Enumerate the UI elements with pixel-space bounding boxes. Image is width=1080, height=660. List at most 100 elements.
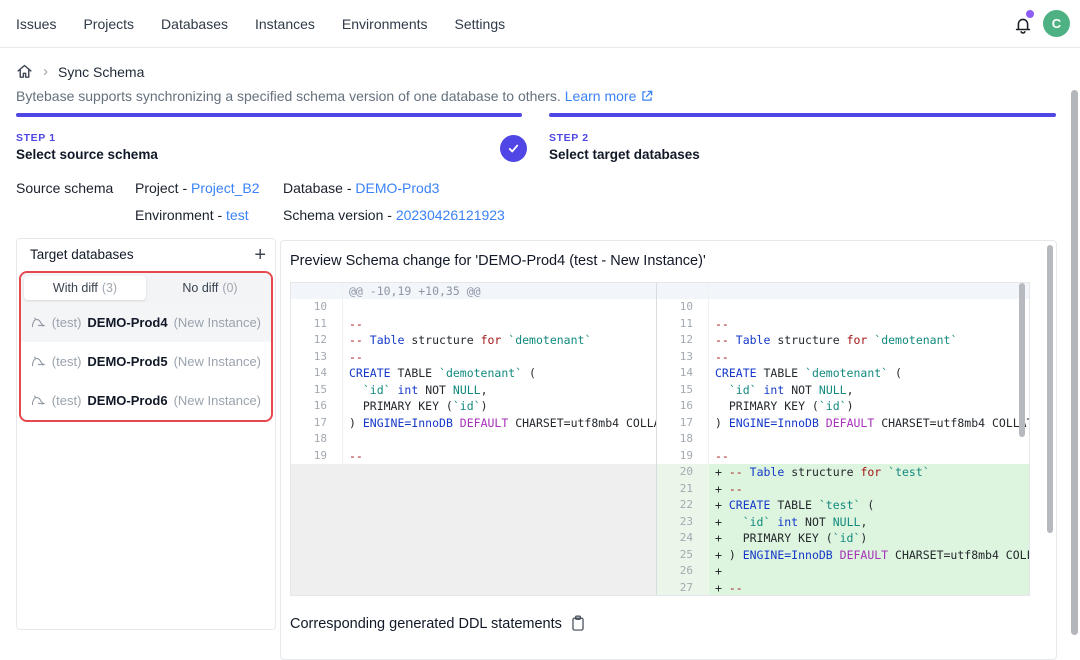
code-text: -- (709, 448, 1029, 465)
code-text: + ) ENGINE=InnoDB DEFAULT CHARSET=utf8mb… (709, 547, 1029, 564)
step-2-label: STEP 2 (549, 132, 1056, 144)
code-text: -- (709, 349, 1029, 366)
source-schema-label: Source schema (16, 180, 113, 196)
diff-hunk-header-right (657, 283, 1029, 299)
nav-item-instances[interactable]: Instances (255, 16, 315, 32)
line-number: 15 (657, 382, 709, 399)
code-text: CREATE TABLE `demotenant` ( (343, 365, 656, 382)
preview-title: Preview Schema change for 'DEMO-Prod4 (t… (290, 253, 706, 269)
diff-line-13: 13-- (657, 349, 1029, 366)
db-name: DEMO-Prod6 (87, 393, 167, 408)
editor-scrollbar[interactable] (1019, 283, 1025, 437)
line-number: 16 (657, 398, 709, 415)
db-name: DEMO-Prod4 (87, 315, 167, 330)
diff-left-filler-block (291, 464, 656, 595)
step-2-progress-bar (549, 113, 1056, 117)
mysql-icon (31, 354, 46, 369)
line-number: 14 (657, 365, 709, 382)
line-number: 12 (291, 332, 343, 349)
target-databases-header: Target databases + (17, 239, 275, 271)
environment-link[interactable]: test (226, 207, 249, 223)
main-nav: Issues Projects Databases Instances Environm… (16, 0, 505, 47)
chevron-right-icon: › (43, 64, 48, 79)
line-number: 20 (657, 464, 709, 481)
learn-more-link[interactable]: Learn more (565, 88, 637, 104)
step-1: STEP 1 Select source schema (16, 113, 522, 162)
user-avatar[interactable]: C (1043, 10, 1070, 37)
schema-version-field-label: Schema version - (283, 207, 392, 223)
home-icon[interactable] (16, 63, 33, 80)
diff-line-12: 12-- Table structure for `demotenant` (657, 332, 1029, 349)
code-text: PRIMARY KEY (`id`) (343, 398, 656, 415)
diff-line-10: 10 (291, 299, 656, 316)
diff-pane-modified[interactable]: 1011--12-- Table structure for `demotena… (657, 283, 1029, 595)
diff-pane-original[interactable]: @@ -10,19 +10,35 @@ 1011--12-- Table str… (291, 283, 657, 595)
diff-tabs: With diff(3)No diff(0) (21, 273, 271, 303)
line-number: 18 (657, 431, 709, 448)
code-text: PRIMARY KEY (`id`) (709, 398, 1029, 415)
code-text: + `id` int NOT NULL, (709, 514, 1029, 531)
line-number: 21 (657, 481, 709, 498)
schema-preview-panel: Preview Schema change for 'DEMO-Prod4 (t… (280, 240, 1057, 660)
step-1-label: STEP 1 (16, 132, 522, 144)
line-number: 16 (291, 398, 343, 415)
step-1-progress-bar (16, 113, 522, 117)
code-text: -- (709, 316, 1029, 333)
schema-version-link[interactable]: 20230426121923 (396, 207, 505, 223)
diff-added-line-23: 23+ `id` int NOT NULL, (657, 514, 1029, 531)
nav-item-databases[interactable]: Databases (161, 16, 228, 32)
code-text: ) ENGINE=InnoDB DEFAULT CHARSET=utf8mb4 … (343, 415, 656, 432)
notification-dot (1026, 10, 1034, 18)
target-database-item-demo-prod6[interactable]: (test)DEMO-Prod6(New Instance) (21, 381, 271, 420)
project-link[interactable]: Project_B2 (191, 180, 259, 196)
db-environment: (test) (52, 393, 82, 408)
external-link-icon[interactable] (640, 89, 654, 103)
nav-item-issues[interactable]: Issues (16, 16, 56, 32)
target-databases-highlighted-box: With diff(3)No diff(0) (test)DEMO-Prod4(… (19, 271, 273, 422)
database-link[interactable]: DEMO-Prod3 (355, 180, 439, 196)
nav-item-environments[interactable]: Environments (342, 16, 428, 32)
diff-line-14: 14CREATE TABLE `demotenant` ( (657, 365, 1029, 382)
line-number: 22 (657, 497, 709, 514)
top-nav-bar: Issues Projects Databases Instances Environm… (0, 0, 1080, 48)
tab-no-diff[interactable]: No diff(0) (149, 273, 271, 303)
target-database-item-demo-prod4[interactable]: (test) DEMO-Prod4 (New Instance) (21, 303, 271, 342)
nav-item-projects[interactable]: Projects (83, 16, 134, 32)
source-database-field: Database - DEMO-Prod3 (283, 180, 439, 196)
step-1-complete-badge (500, 135, 527, 162)
diff-line-10: 10 (657, 299, 1029, 316)
code-text: + -- (709, 580, 1029, 596)
code-text: + -- Table structure for `test` (709, 464, 1029, 481)
tab-with-diff[interactable]: With diff(3) (24, 276, 146, 300)
schema-diff-editor[interactable]: @@ -10,19 +10,35 @@ 1011--12-- Table str… (290, 282, 1030, 596)
code-text: ) ENGINE=InnoDB DEFAULT CHARSET=utf8mb4 … (709, 415, 1029, 432)
page-scrollbar[interactable] (1071, 90, 1078, 635)
target-database-item-demo-prod5[interactable]: (test)DEMO-Prod5(New Instance) (21, 342, 271, 381)
check-icon (506, 141, 521, 156)
line-number: 19 (291, 448, 343, 465)
line-number: 13 (291, 349, 343, 366)
notification-bell-button[interactable] (1012, 13, 1034, 35)
code-text: -- (343, 316, 656, 333)
code-text (343, 431, 656, 448)
add-target-database-button[interactable]: + (254, 243, 266, 267)
step-2-title: Select target databases (549, 147, 1056, 162)
line-number: 23 (657, 514, 709, 531)
diff-line-17: 17) ENGINE=InnoDB DEFAULT CHARSET=utf8mb… (657, 415, 1029, 432)
diff-added-line-20: 20+ -- Table structure for `test` (657, 464, 1029, 481)
nav-item-settings[interactable]: Settings (455, 16, 506, 32)
page-description: Bytebase supports synchronizing a specif… (16, 88, 654, 104)
diff-line-15: 15 `id` int NOT NULL, (291, 382, 656, 399)
copy-clipboard-icon[interactable] (570, 615, 586, 632)
db-instance-note: (New Instance) (174, 315, 261, 330)
line-number: 15 (291, 382, 343, 399)
diff-hunk-header-text: @@ -10,19 +10,35 @@ (343, 283, 656, 299)
diff-line-11: 11-- (657, 316, 1029, 333)
target-database-list: (test)DEMO-Prod4(New Instance)(test)DEMO… (21, 303, 271, 420)
line-number: 27 (657, 580, 709, 596)
code-text (343, 299, 656, 316)
db-environment: (test) (52, 315, 82, 330)
preview-panel-scrollbar[interactable] (1047, 245, 1053, 533)
diff-added-line-21: 21+ -- (657, 481, 1029, 498)
line-number: 10 (657, 299, 709, 316)
